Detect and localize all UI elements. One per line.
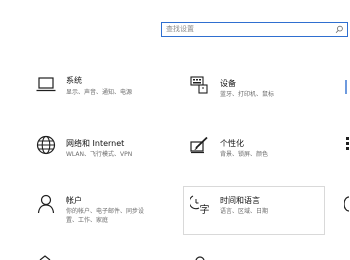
category-description: 语言、区域、日期 bbox=[220, 208, 269, 215]
category-accounts[interactable]: 帐户 你的帐户、电子邮件、同步设 置、工作、家庭 bbox=[36, 194, 176, 236]
keyboard-icon bbox=[190, 76, 208, 94]
category-description-line2: 置、工作、家庭 bbox=[66, 217, 109, 224]
category-title: 个性化 bbox=[220, 139, 244, 148]
search-input[interactable]: 查找设置 bbox=[166, 24, 194, 35]
category-network[interactable]: 网络和 Internet WLAN、飞行模式、VPN bbox=[36, 135, 176, 176]
category-personalization[interactable]: 个性化 背景、锁屏、颜色 bbox=[190, 136, 330, 176]
search-icon[interactable] bbox=[335, 25, 344, 34]
laptop-icon bbox=[36, 77, 56, 92]
language-clock-icon: 字 bbox=[190, 195, 210, 214]
category-description: 显示、声音、通知、电源 bbox=[66, 89, 133, 96]
category-description: 背景、锁屏、颜色 bbox=[220, 151, 269, 158]
category-description: WLAN、飞行模式、VPN bbox=[66, 151, 133, 158]
edge-gaming-icon bbox=[344, 196, 350, 212]
settings-home: 查找设置 系统 显示、声音、通知、电源 设备 蓝牙、打印机、鼠标 网络和 Int… bbox=[0, 0, 350, 260]
category-description-line1: 你的帐户、电子邮件、同步设 bbox=[66, 208, 145, 215]
globe-icon bbox=[36, 135, 56, 155]
category-title: 网络和 Internet bbox=[66, 139, 125, 148]
search-box[interactable]: 查找设置 bbox=[161, 22, 348, 37]
edge-grid-icon bbox=[346, 137, 349, 150]
category-time-language[interactable]: 字 时间和语言 语言、区域、日期 bbox=[190, 195, 320, 236]
svg-text:字: 字 bbox=[200, 203, 210, 214]
row-next-icon-left bbox=[39, 255, 51, 260]
person-icon bbox=[37, 194, 55, 214]
category-title: 帐户 bbox=[66, 196, 82, 205]
row-next-icon-right bbox=[195, 256, 205, 260]
category-devices[interactable]: 设备 蓝牙、打印机、鼠标 bbox=[190, 76, 330, 116]
edge-app-icon bbox=[345, 80, 347, 94]
category-description: 蓝牙、打印机、鼠标 bbox=[220, 91, 275, 98]
category-system[interactable]: 系统 显示、声音、通知、电源 bbox=[36, 76, 166, 116]
category-title: 系统 bbox=[66, 76, 82, 85]
paint-pen-icon bbox=[190, 136, 208, 154]
category-title: 时间和语言 bbox=[220, 196, 260, 205]
category-title: 设备 bbox=[220, 79, 236, 88]
